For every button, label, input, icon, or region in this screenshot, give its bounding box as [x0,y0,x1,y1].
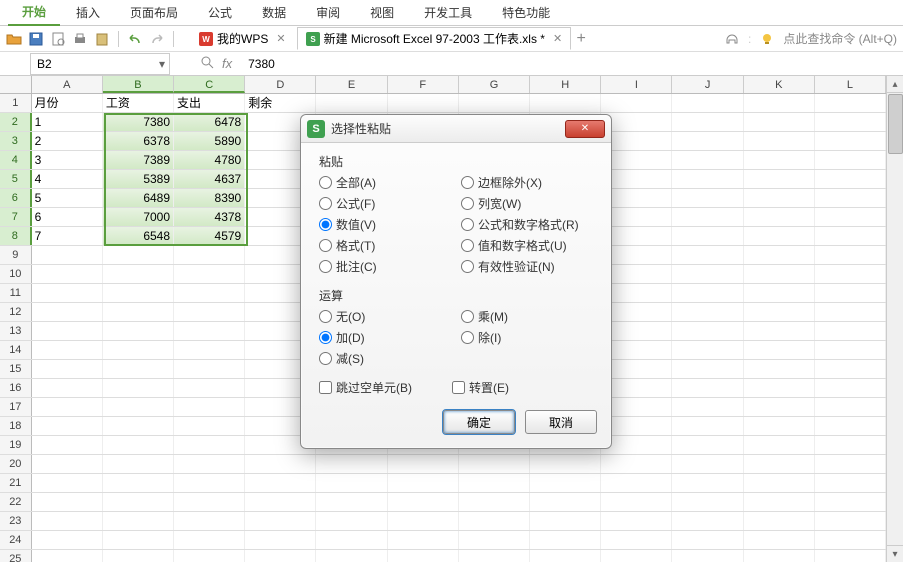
app-icon: S [307,120,325,138]
radio-none[interactable]: 无(O) [319,308,451,325]
dialog-titlebar[interactable]: S 选择性粘贴 ✕ [301,115,611,143]
transpose-checkbox[interactable]: 转置(E) [452,379,509,396]
radio-value_numfmt[interactable]: 值和数字格式(U) [461,237,593,254]
radio-colwidth[interactable]: 列宽(W) [461,195,593,212]
radio-formula_numfmt[interactable]: 公式和数字格式(R) [461,216,593,233]
radio-value[interactable]: 数值(V) [319,216,451,233]
paste-options: 全部(A) 边框除外(X) 公式(F) 列宽(W) 数值(V) 公式和数字格式(R) 格式(… [315,174,597,275]
dialog-title: 选择性粘贴 [331,120,391,137]
radio-validation[interactable]: 有效性验证(N) [461,258,593,275]
paste-group-label: 粘贴 [319,153,597,170]
radio-comment[interactable]: 批注(C) [319,258,451,275]
close-button[interactable]: ✕ [565,120,605,138]
skip-blank-checkbox[interactable]: 跳过空单元(B) [319,379,412,396]
operation-group-label: 运算 [319,287,597,304]
radio-formula[interactable]: 公式(F) [319,195,451,212]
paste-special-dialog: S 选择性粘贴 ✕ 粘贴 全部(A) 边框除外(X) 公式(F) 列宽(W) 数值(V)… [300,114,612,449]
cancel-button[interactable]: 取消 [525,410,597,434]
radio-mul[interactable]: 乘(M) [461,308,593,325]
radio-format[interactable]: 格式(T) [319,237,451,254]
radio-sub[interactable]: 减(S) [319,350,451,367]
operation-options: 无(O) 乘(M) 加(D) 除(I) 减(S) [315,308,597,367]
radio-add[interactable]: 加(D) [319,329,451,346]
radio-div[interactable]: 除(I) [461,329,593,346]
radio-all[interactable]: 全部(A) [319,174,451,191]
radio-no_border[interactable]: 边框除外(X) [461,174,593,191]
ok-button[interactable]: 确定 [443,410,515,434]
dialog-overlay: S 选择性粘贴 ✕ 粘贴 全部(A) 边框除外(X) 公式(F) 列宽(W) 数值(V)… [0,0,903,564]
